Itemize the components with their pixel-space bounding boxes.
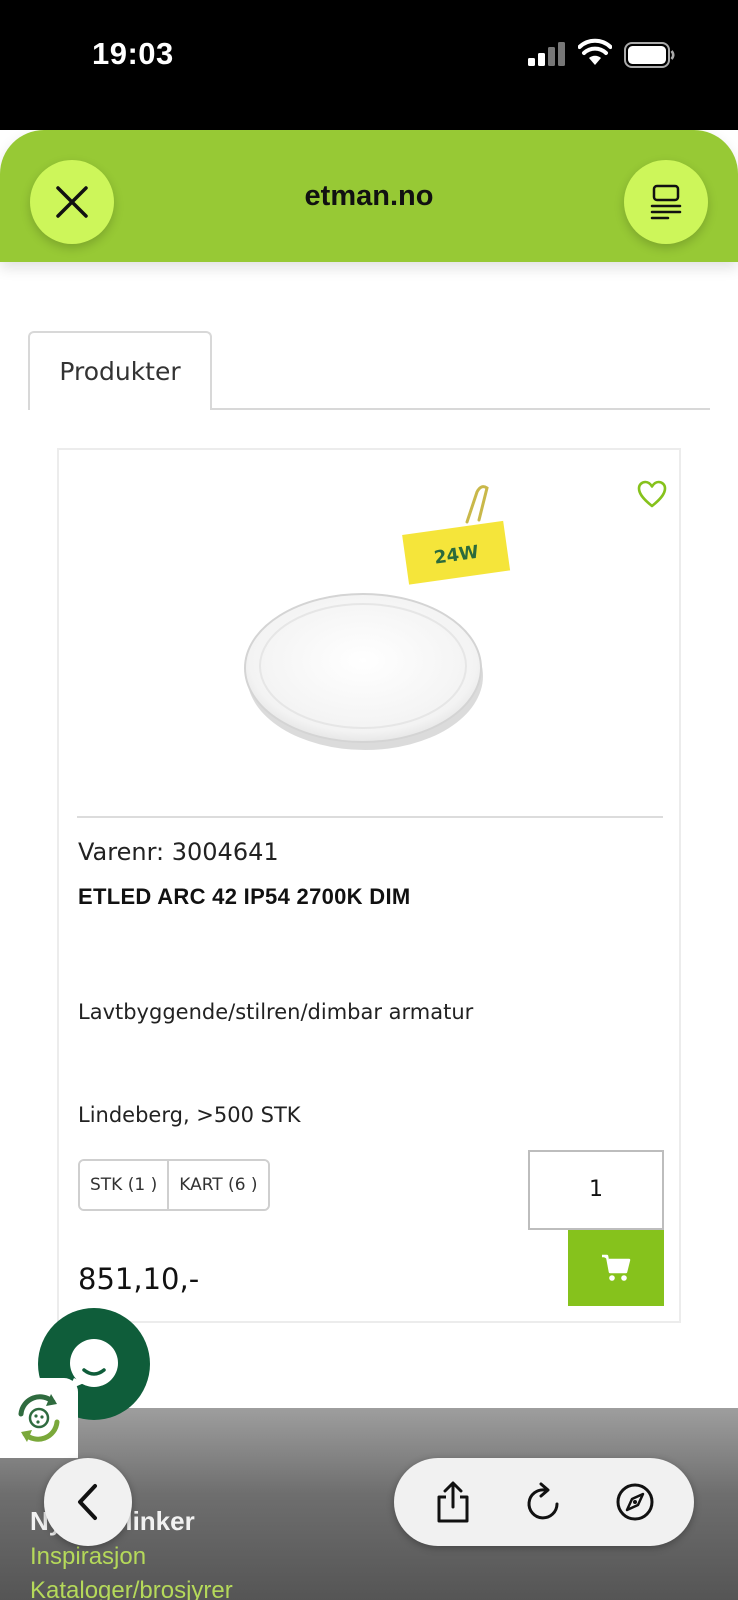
site-header: etman.no — [0, 130, 738, 262]
cart-icon — [602, 1254, 631, 1281]
share-button[interactable] — [428, 1477, 478, 1527]
product-price: 851,10,- — [78, 1262, 200, 1296]
menu-icon — [650, 184, 682, 220]
favorite-heart-icon[interactable] — [637, 480, 667, 508]
recycle-icon — [18, 1394, 60, 1442]
unit-option-stk[interactable]: STK (1 ) — [80, 1161, 168, 1209]
stock-status: Lindeberg, >500 STK — [78, 1103, 301, 1127]
unit-option-kart[interactable]: KART (6 ) — [167, 1161, 268, 1209]
product-card[interactable]: 24W Varenr: 3004641 ETLED ARC 42 IP54 27… — [57, 448, 681, 1323]
battery-icon — [624, 42, 675, 68]
reload-button[interactable] — [519, 1477, 569, 1527]
footer-link-kataloger[interactable]: Kataloger/brosjyrer — [30, 1577, 233, 1600]
recycle-badge[interactable] — [0, 1378, 78, 1458]
browser-toolbar — [394, 1458, 694, 1546]
product-description: Lavtbyggende/stilren/dimbar armatur — [78, 1000, 474, 1024]
cellular-signal-icon — [528, 42, 565, 66]
menu-button[interactable] — [624, 160, 708, 244]
unit-selector: STK (1 ) KART (6 ) — [78, 1159, 270, 1211]
product-image[interactable]: 24W — [239, 480, 539, 750]
card-divider — [77, 816, 663, 818]
compass-icon — [616, 1483, 654, 1521]
back-icon — [78, 1484, 97, 1520]
share-icon — [437, 1481, 469, 1523]
reload-icon — [527, 1482, 559, 1520]
product-sku: Varenr: 3004641 — [78, 838, 279, 866]
footer-link-inspirasjon[interactable]: Inspirasjon — [30, 1543, 233, 1571]
add-to-cart-button[interactable] — [568, 1230, 664, 1306]
status-bar: 19:03 — [0, 0, 738, 130]
tab-produkter[interactable]: Produkter — [28, 331, 212, 410]
wifi-icon — [578, 38, 612, 65]
browser-back-button[interactable] — [44, 1458, 132, 1546]
status-time: 19:03 — [92, 36, 174, 71]
product-name[interactable]: ETLED ARC 42 IP54 2700K DIM — [78, 884, 411, 910]
safari-button[interactable] — [610, 1477, 660, 1527]
quantity-input[interactable]: 1 — [528, 1150, 664, 1230]
